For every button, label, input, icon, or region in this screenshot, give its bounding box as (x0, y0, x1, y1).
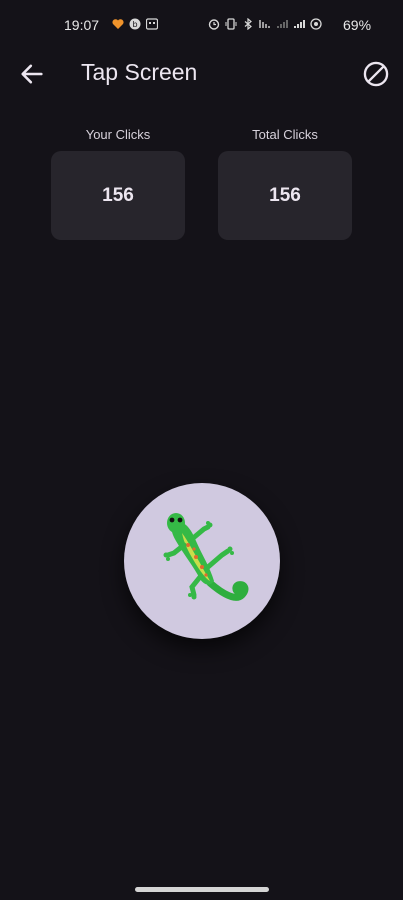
status-left-icons: b (112, 18, 158, 30)
your-clicks-label: Your Clicks (85, 127, 151, 142)
app-bar: Tap Screen (0, 52, 403, 94)
volte-icon (259, 20, 270, 28)
status-bar: 19:07 b 69% (0, 0, 403, 52)
total-clicks-label: Total Clicks (252, 127, 318, 142)
target-icon (310, 18, 322, 30)
signal-icon (277, 20, 288, 28)
status-time: 19:07 (64, 17, 100, 33)
total-clicks-card: 156 (218, 151, 352, 240)
block-icon[interactable] (362, 60, 390, 88)
total-clicks-value: 156 (269, 184, 301, 206)
lizard-icon (163, 513, 249, 601)
tap-button[interactable] (124, 483, 280, 639)
vibrate-icon (225, 18, 237, 30)
arrow-back-icon[interactable] (18, 60, 46, 88)
battery-percent: 69% (343, 17, 372, 33)
heart-icon (112, 19, 124, 29)
your-clicks-card: 156 (51, 151, 185, 240)
b-icon: b (129, 18, 141, 30)
alarm-icon (208, 19, 220, 30)
signal-icon (294, 20, 305, 28)
bluetooth-icon (244, 18, 252, 30)
gesture-nav-handle[interactable] (135, 887, 269, 892)
keyboard-icon (146, 18, 158, 30)
your-clicks-value: 156 (102, 184, 134, 206)
page-title: Tap Screen (81, 59, 198, 85)
svg-text:b: b (132, 20, 137, 29)
status-right-icons (208, 18, 322, 30)
